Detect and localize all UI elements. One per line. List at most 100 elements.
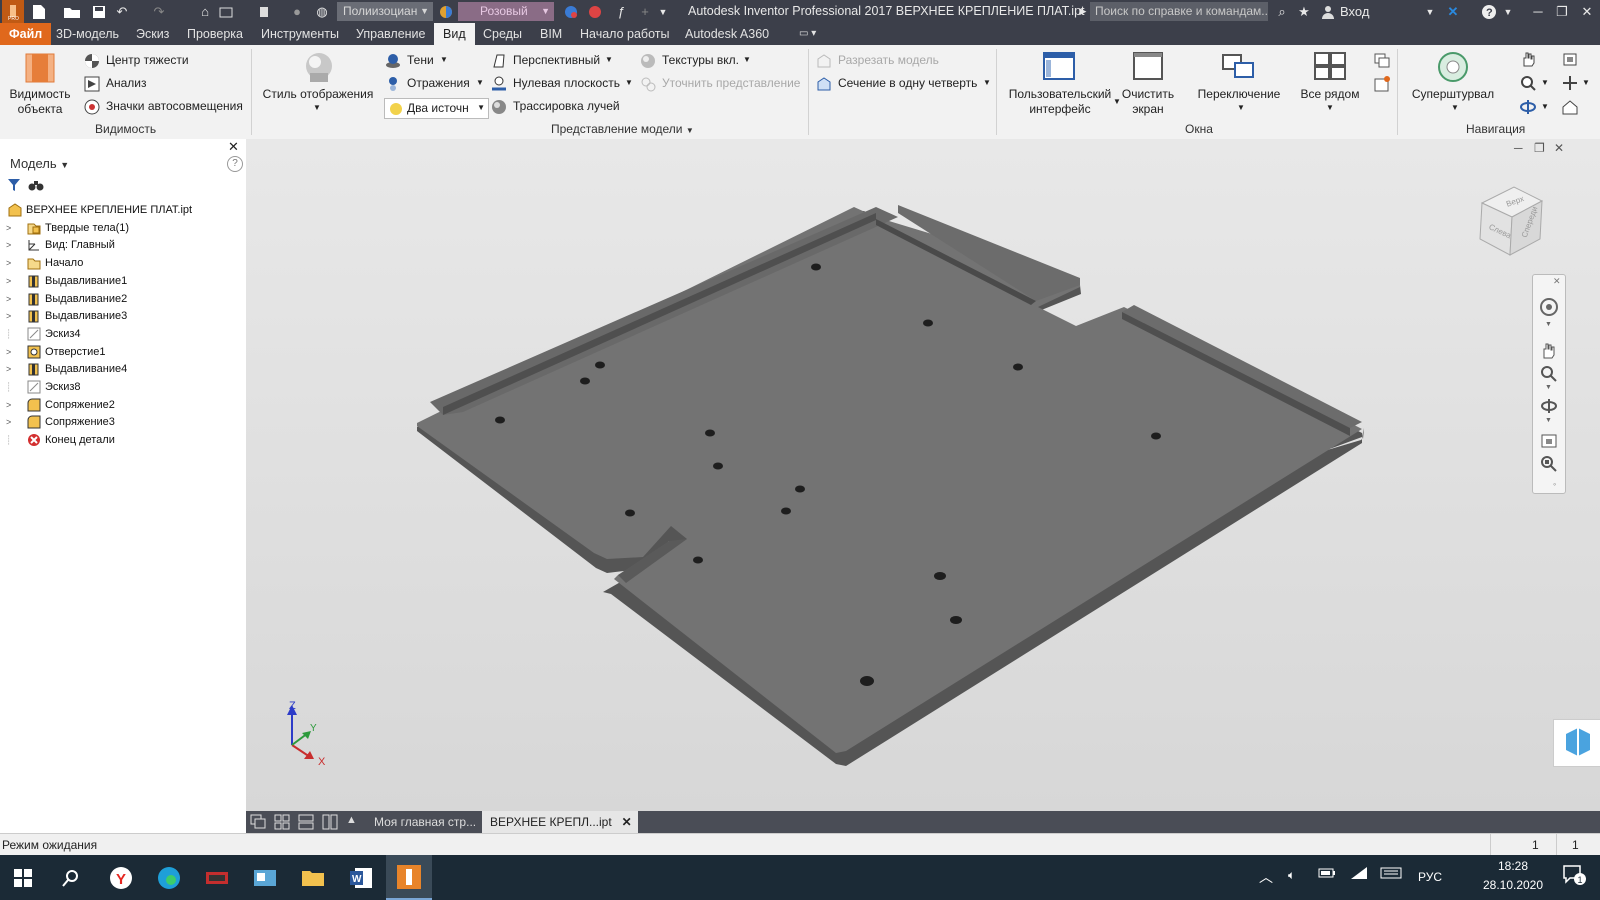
reflections-button[interactable]: Отражения xyxy=(407,76,470,90)
tile-windows-icon[interactable] xyxy=(1313,51,1347,83)
zoom-dropdown-icon[interactable]: ▼ xyxy=(1541,78,1549,87)
quarter-section-button[interactable]: Сечение в одну четверть xyxy=(838,76,977,90)
tile-dropdown-icon[interactable]: ▼ xyxy=(1326,103,1334,112)
input-language[interactable]: РУС xyxy=(1418,870,1442,884)
update-icon[interactable] xyxy=(218,3,236,20)
home-icon[interactable]: ⌂ xyxy=(196,3,214,20)
new-file-icon[interactable] xyxy=(30,3,48,20)
browser-close-icon[interactable]: ✕ xyxy=(228,139,239,155)
switch-windows-icon[interactable] xyxy=(1221,51,1255,83)
quarter-section-dropdown-icon[interactable]: ▼ xyxy=(983,78,991,87)
inventor-logo-icon[interactable]: PRO xyxy=(2,0,24,23)
tab-view[interactable]: Вид xyxy=(434,23,475,45)
tab-environments[interactable]: Среды xyxy=(474,23,531,45)
steering-wheel-dropdown-icon[interactable]: ▼ xyxy=(1451,103,1459,112)
appearance-dropdown[interactable]: Розовый ▼ xyxy=(458,2,554,21)
tab-autodesk-a360[interactable]: Autodesk A360 xyxy=(676,23,778,45)
help-dropdown-icon[interactable]: ▼ xyxy=(1502,3,1514,20)
steering-wheel-icon[interactable] xyxy=(1436,51,1470,83)
word-icon[interactable]: W xyxy=(344,861,378,895)
shadows-dropdown-icon[interactable]: ▼ xyxy=(440,55,448,64)
home-view-icon[interactable] xyxy=(1562,99,1578,115)
navbar-zoom-icon[interactable] xyxy=(1540,365,1558,386)
tab-tools[interactable]: Инструменты xyxy=(252,23,348,45)
analysis-button[interactable]: Анализ xyxy=(106,76,147,90)
perspective-dropdown-icon[interactable]: ▼ xyxy=(605,55,613,64)
ground-plane-button[interactable]: Нулевая плоскость xyxy=(513,76,620,90)
tab-get-started[interactable]: Начало работы xyxy=(571,23,678,45)
visual-style-dropdown-icon[interactable]: ▼ xyxy=(313,103,321,112)
viewcube[interactable]: Верх Спереди Слева xyxy=(1474,183,1550,261)
measure-icon[interactable]: ● xyxy=(288,3,306,20)
tile-view-icon[interactable] xyxy=(274,814,290,833)
search-binoculars-icon[interactable]: ⌕ xyxy=(1274,3,1290,20)
battery-icon[interactable] xyxy=(1318,867,1336,882)
tile-windows-button[interactable]: Все рядом xyxy=(1295,87,1365,102)
center-of-gravity-button[interactable]: Центр тяжести xyxy=(106,53,189,67)
tab-3d-model[interactable]: 3D-модель xyxy=(47,23,128,45)
user-interface-button[interactable]: Пользовательский интерфейс xyxy=(1006,87,1114,117)
navbar-zoom-window-icon[interactable] xyxy=(1540,455,1558,476)
user-interface-icon[interactable] xyxy=(1042,51,1076,83)
clock-date[interactable]: 28.10.2020 xyxy=(1476,878,1550,892)
orbit-icon[interactable] xyxy=(1520,99,1536,115)
textures-on-button[interactable]: Текстуры вкл. xyxy=(662,53,739,67)
restore-icon[interactable]: ❐ xyxy=(1551,3,1573,20)
look-at-icon[interactable] xyxy=(1562,51,1578,67)
feedback-icon[interactable] xyxy=(1553,719,1600,767)
navigation-dropdown-icon[interactable]: ▼ xyxy=(1582,78,1590,87)
close-tab-icon[interactable]: ✕ xyxy=(622,811,632,833)
navbar-customize-icon[interactable]: ◦ xyxy=(1553,479,1556,489)
autoalign-glyphs-button[interactable]: Значки автосовмещения xyxy=(106,99,243,113)
expand-arrow-icon[interactable]: > xyxy=(6,290,16,308)
pan-hand-icon[interactable] xyxy=(1520,51,1536,67)
autodesk-exchange-icon[interactable]: ✕ xyxy=(1444,3,1462,20)
perspective-button[interactable]: Перспективный xyxy=(513,53,600,67)
browser-title-dropdown[interactable]: Модель ▼ xyxy=(10,156,69,171)
notifications-icon[interactable]: 1 xyxy=(1562,864,1586,889)
sign-in-link[interactable]: Вход xyxy=(1340,3,1380,20)
object-visibility-button[interactable]: Видимость объекта xyxy=(6,87,74,117)
view-close-icon[interactable]: ✕ xyxy=(1554,141,1564,155)
quick-access-customize-icon[interactable]: ▼ xyxy=(656,3,670,20)
open-folder-icon[interactable] xyxy=(62,3,82,20)
keyboard-icon[interactable] xyxy=(1380,867,1402,882)
tab-my-home[interactable]: Моя главная стр... xyxy=(366,811,484,833)
view-restore-icon[interactable]: ❐ xyxy=(1534,141,1545,155)
select-icon[interactable] xyxy=(256,3,274,20)
browser-help-icon[interactable]: ? xyxy=(227,156,243,172)
navbar-steering-wheel-icon[interactable] xyxy=(1539,297,1559,320)
tab-list-icon[interactable]: ▲ xyxy=(346,814,357,826)
full-navigation-icon[interactable] xyxy=(1562,75,1578,91)
textures-dropdown-icon[interactable]: ▼ xyxy=(743,55,751,64)
material-dropdown[interactable]: Полиизоциан ▼ xyxy=(337,2,433,21)
save-icon[interactable] xyxy=(90,3,108,20)
new-window-icon[interactable] xyxy=(1374,76,1390,92)
visual-style-button[interactable]: Стиль отображения xyxy=(258,87,378,102)
clock-time[interactable]: 18:28 xyxy=(1480,859,1546,873)
expand-arrow-icon[interactable]: > xyxy=(6,236,16,254)
filter-icon[interactable] xyxy=(7,178,21,195)
cascade-view-icon[interactable] xyxy=(250,814,266,833)
orbit-dropdown-icon[interactable]: ▼ xyxy=(1541,102,1549,111)
expand-arrow-icon[interactable]: > xyxy=(6,413,16,431)
clean-screen-icon[interactable] xyxy=(1131,51,1165,83)
volume-icon[interactable]: 🔈︎ xyxy=(1288,868,1295,883)
minimize-icon[interactable]: ─ xyxy=(1527,3,1549,20)
wifi-icon[interactable] xyxy=(1350,866,1368,883)
expand-arrow-icon[interactable]: > xyxy=(6,307,16,325)
search-binoculars-icon[interactable] xyxy=(28,178,44,195)
clear-appearance-icon[interactable] xyxy=(562,3,580,20)
search-expand-icon[interactable]: ▶ xyxy=(1078,3,1088,20)
help-icon[interactable]: ? xyxy=(1480,3,1498,20)
view-minimize-icon[interactable]: ─ xyxy=(1514,141,1523,155)
tab-active-document[interactable]: ВЕРХНЕЕ КРЕПЛ...ipt ✕ xyxy=(482,811,638,833)
app-tool-icon[interactable] xyxy=(200,861,234,895)
half-section-button[interactable]: Разрезать модель xyxy=(838,53,939,67)
redo-icon[interactable]: ↷ xyxy=(150,3,168,20)
tab-inspect[interactable]: Проверка xyxy=(178,23,252,45)
expand-arrow-icon[interactable]: > xyxy=(6,272,16,290)
navbar-wheel-dropdown-icon[interactable]: ▼ xyxy=(1545,321,1552,328)
start-windows-icon[interactable] xyxy=(6,861,40,895)
tile-horizontal-icon[interactable] xyxy=(298,814,314,833)
